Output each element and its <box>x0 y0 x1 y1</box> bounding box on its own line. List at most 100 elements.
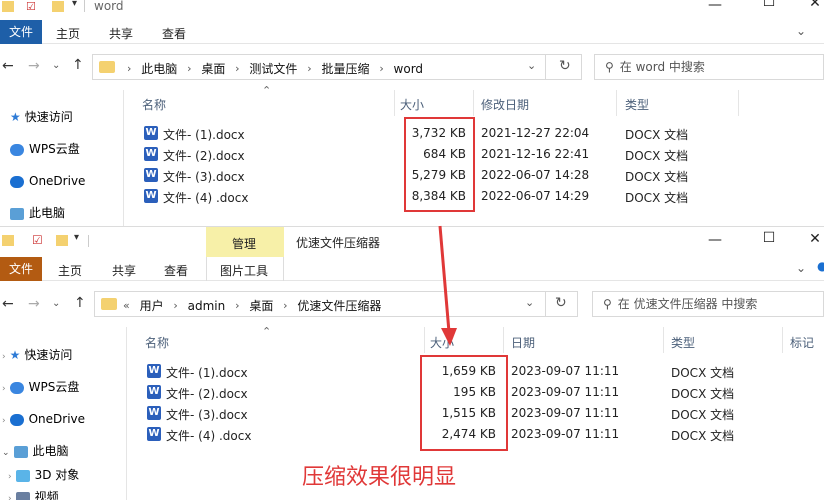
minimize-button[interactable]: — <box>692 232 738 248</box>
address-bar[interactable]: « 用户 › admin › 桌面 › 优速文件压缩器 ⌄ ↻ <box>94 291 578 317</box>
checkbox-icon[interactable]: ☑ <box>26 0 36 13</box>
expand-icon[interactable]: › <box>2 416 6 426</box>
address-bar[interactable]: › 此电脑 › 桌面 › 测试文件 › 批量压缩 › word ⌄ ↻ <box>92 54 582 80</box>
tab-view[interactable]: 查看 <box>164 262 188 279</box>
close-button[interactable]: ✕ <box>792 231 824 247</box>
breadcrumb-item[interactable]: 桌面 <box>249 297 273 314</box>
expand-icon[interactable]: › <box>8 472 12 482</box>
forward-arrow-icon[interactable]: → <box>28 296 40 312</box>
column-header-tags[interactable]: 标记 <box>790 334 814 351</box>
forward-arrow-icon[interactable]: → <box>28 58 40 74</box>
maximize-button[interactable]: ☐ <box>746 0 792 10</box>
file-type: DOCX 文档 <box>625 170 689 184</box>
column-header-date[interactable]: 日期 <box>511 334 535 351</box>
tab-file[interactable]: 文件 <box>0 20 42 44</box>
column-header-date[interactable]: 修改日期 <box>481 96 529 113</box>
divider <box>545 55 546 79</box>
maximize-button[interactable]: ☐ <box>746 230 792 246</box>
checkbox-icon[interactable]: ☑ <box>32 233 43 247</box>
breadcrumb-item[interactable]: 优速文件压缩器 <box>297 297 381 314</box>
tab-picture-tools[interactable]: 图片工具 <box>220 262 268 279</box>
expand-icon[interactable]: › <box>2 384 6 394</box>
breadcrumb-overflow[interactable]: « <box>123 299 130 312</box>
sidebar-item-this-pc[interactable]: 此电脑 <box>10 202 65 224</box>
expand-icon[interactable]: › <box>2 352 6 362</box>
address-dropdown-icon[interactable]: ⌄ <box>525 296 534 309</box>
highlight-box-compressed-sizes <box>420 355 508 451</box>
chevron-down-icon[interactable]: ⌄ <box>796 261 806 275</box>
expand-icon[interactable]: › <box>8 494 12 500</box>
tab-home[interactable]: 主页 <box>56 25 80 42</box>
column-header-type[interactable]: 类型 <box>625 96 649 113</box>
sidebar-item-label: 此电脑 <box>32 444 69 458</box>
customize-toolbar-icon[interactable]: ▾ <box>74 232 79 243</box>
sidebar-item-quick-access[interactable]: › ★ 快速访问 <box>2 344 72 366</box>
tab-file[interactable]: 文件 <box>0 257 42 281</box>
sidebar-item-quick-access[interactable]: ★ 快速访问 <box>10 106 73 128</box>
sidebar-item-label: 快速访问 <box>24 348 73 362</box>
sidebar-item-onedrive[interactable]: › OneDrive <box>2 408 85 430</box>
recent-dropdown-icon[interactable]: ⌄ <box>52 298 60 309</box>
onedrive-icon <box>9 413 24 426</box>
tab-share[interactable]: 共享 <box>112 262 136 279</box>
onedrive-icon <box>10 175 24 188</box>
up-arrow-icon[interactable]: ↑ <box>74 295 86 311</box>
ribbon-tabs: 文件 主页 共享 查看 ⌄ <box>0 16 824 44</box>
column-header-size[interactable]: 大小 <box>400 96 424 113</box>
column-header-size[interactable]: 大小 <box>430 334 454 351</box>
search-input[interactable]: ⚲ 在 word 中搜索 <box>594 54 824 80</box>
divider <box>84 0 85 12</box>
sidebar-item-onedrive[interactable]: OneDrive <box>10 170 85 192</box>
customize-toolbar-icon[interactable]: ▾ <box>72 0 77 9</box>
column-header-name[interactable]: 名称 <box>142 96 166 113</box>
expand-icon[interactable]: ⌄ <box>2 448 10 458</box>
chevron-down-icon[interactable]: ⌄ <box>796 24 806 38</box>
help-icon[interactable]: ● <box>817 259 824 273</box>
breadcrumb-item[interactable]: 用户 <box>140 297 164 314</box>
folder-icon <box>101 298 117 310</box>
up-arrow-icon[interactable]: ↑ <box>72 57 84 73</box>
sidebar-item-3d-objects[interactable]: › 3D 对象 <box>8 464 79 486</box>
breadcrumb-item[interactable]: admin <box>188 299 226 313</box>
refresh-icon[interactable]: ↻ <box>559 58 571 74</box>
tab-share[interactable]: 共享 <box>109 25 133 42</box>
divider <box>545 292 546 316</box>
sidebar-item-videos[interactable]: › 视频 <box>8 486 59 500</box>
sidebar-item-label: 此电脑 <box>29 206 66 220</box>
search-placeholder: 在 word 中搜索 <box>619 60 705 74</box>
search-input[interactable]: ⚲ 在 优速文件压缩器 中搜索 <box>592 291 824 317</box>
breadcrumb-sep: › <box>235 299 240 312</box>
sidebar-item-this-pc[interactable]: ⌄ 此电脑 <box>2 440 69 462</box>
file-name: 文件- (4) .docx <box>166 429 252 443</box>
file-name: 文件- (1).docx <box>166 366 248 380</box>
column-header-name[interactable]: 名称 <box>145 334 169 351</box>
breadcrumb-item[interactable]: word <box>394 62 424 76</box>
new-folder-icon[interactable] <box>56 235 68 246</box>
back-arrow-icon[interactable]: ← <box>2 296 14 312</box>
breadcrumb-sep: › <box>283 299 288 312</box>
file-type: DOCX 文档 <box>625 191 689 205</box>
address-dropdown-icon[interactable]: ⌄ <box>527 59 536 72</box>
breadcrumb-sep: › <box>187 62 192 75</box>
close-button[interactable]: ✕ <box>792 0 824 11</box>
column-divider <box>503 327 504 353</box>
breadcrumb-item[interactable]: 桌面 <box>201 60 225 77</box>
sidebar-item-wps-cloud[interactable]: WPS云盘 <box>10 138 80 160</box>
file-date: 2022-06-07 14:28 <box>481 168 590 182</box>
minimize-button[interactable]: — <box>692 0 738 13</box>
sidebar-item-wps-cloud[interactable]: › WPS云盘 <box>2 376 79 398</box>
back-arrow-icon[interactable]: ← <box>2 58 14 74</box>
file-name: 文件- (2).docx <box>166 387 248 401</box>
breadcrumb: « 用户 › admin › 桌面 › 优速文件压缩器 <box>117 297 381 314</box>
recent-dropdown-icon[interactable]: ⌄ <box>52 60 60 71</box>
new-folder-icon[interactable] <box>52 1 64 12</box>
column-header-type[interactable]: 类型 <box>671 334 695 351</box>
refresh-icon[interactable]: ↻ <box>555 295 567 311</box>
breadcrumb-item[interactable]: 测试文件 <box>249 60 297 77</box>
sidebar-item-label: WPS云盘 <box>28 380 80 394</box>
tab-home[interactable]: 主页 <box>58 262 82 279</box>
tab-view[interactable]: 查看 <box>162 25 186 42</box>
breadcrumb-item[interactable]: 此电脑 <box>141 60 177 77</box>
breadcrumb: › 此电脑 › 桌面 › 测试文件 › 批量压缩 › word <box>121 60 423 77</box>
breadcrumb-item[interactable]: 批量压缩 <box>321 60 369 77</box>
